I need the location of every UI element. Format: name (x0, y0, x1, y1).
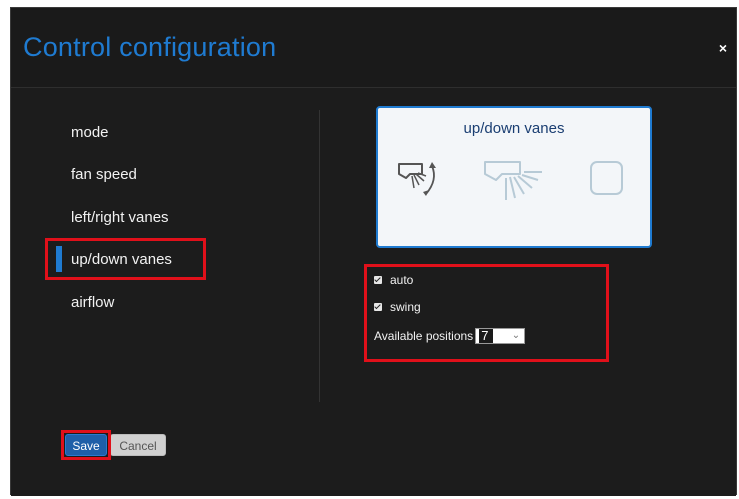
dialog-body: mode fan speed left/right vanes up/down … (11, 88, 736, 496)
nav-item-up-down-vanes[interactable]: up/down vanes (56, 246, 172, 272)
close-icon[interactable]: × (716, 41, 730, 55)
nav-item-mode[interactable]: mode (71, 124, 109, 141)
nav-item-label: fan speed (71, 166, 137, 183)
section-divider (319, 110, 320, 402)
nav-item-label: mode (71, 124, 109, 141)
vane-empty-icon (590, 161, 623, 195)
swing-checkbox[interactable] (374, 303, 382, 311)
vane-auto-icon (398, 162, 436, 196)
nav-item-label: airflow (71, 294, 115, 311)
nav-item-airflow[interactable]: airflow (71, 294, 114, 311)
active-marker (56, 246, 62, 272)
nav-item-label: up/down vanes (71, 251, 172, 268)
auto-label: auto (390, 273, 414, 287)
swing-label: swing (390, 300, 421, 314)
auto-option[interactable]: auto (374, 273, 413, 287)
preview-card: up/down vanes (376, 106, 652, 248)
nav-item-fan-speed[interactable]: fan speed (71, 166, 137, 183)
nav-item-left-right-vanes[interactable]: left/right vanes (71, 209, 169, 226)
control-configuration-dialog: Control configuration × mode fan speed l… (10, 7, 737, 496)
swing-option[interactable]: swing (374, 300, 421, 314)
chevron-down-icon: ⌄ (511, 330, 521, 341)
dialog-header: Control configuration × (11, 8, 736, 88)
cancel-button[interactable]: Cancel (110, 434, 166, 456)
positions-label: Available positions (374, 329, 474, 343)
save-button[interactable]: Save (65, 434, 107, 456)
dialog-title: Control configuration (23, 32, 277, 62)
positions-select[interactable]: 7 ⌄ (475, 328, 526, 344)
positions-option: Available positions 7 ⌄ (374, 328, 526, 344)
auto-checkbox[interactable] (374, 276, 382, 284)
nav-item-label: left/right vanes (71, 209, 169, 226)
preview-title: up/down vanes (463, 120, 565, 137)
positions-select-value: 7 (479, 329, 494, 343)
vane-swing-icon (484, 161, 542, 200)
